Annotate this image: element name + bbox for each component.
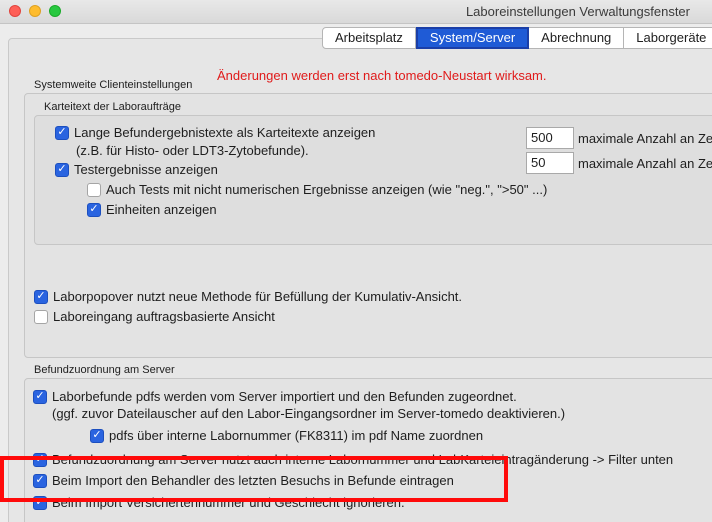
tab-abrechnung[interactable]: Abrechnung — [529, 27, 625, 49]
tab-bar: Arbeitsplatz System/Server Abrechnung La… — [322, 27, 712, 49]
max-anzahl-label-2: maximale Anzahl an Ze — [578, 156, 712, 171]
max-anzahl-field-1[interactable]: 500 — [526, 127, 574, 149]
checkbox-laborpopover[interactable]: ✓ — [34, 289, 48, 304]
lange-befund-row[interactable]: ✓ Lange Befundergebnistexte als Karteite… — [55, 125, 375, 140]
max-anzahl-field-2[interactable]: 50 — [526, 152, 574, 174]
checkbox-lange-befund[interactable]: ✓ — [55, 125, 69, 140]
checkbox-pdfs-import[interactable]: ✓ — [33, 389, 47, 404]
pdfs-import-row[interactable]: ✓ Laborbefunde pdfs werden vom Server im… — [33, 389, 517, 404]
restart-warning: Änderungen werden erst nach tomedo-Neust… — [217, 68, 547, 83]
title-bar: Laboreinstellungen Verwaltungsfenster — [0, 0, 712, 24]
highlight-annotation — [0, 456, 508, 502]
group-label-systemweite: Systemweite Clienteinstellungen — [34, 79, 193, 91]
pdfs-labornummer-label: pdfs über interne Labornummer (FK8311) i… — [109, 428, 484, 443]
group-label-karteitext: Karteitext der Laboraufträge — [44, 101, 181, 113]
pdfs-labornummer-row[interactable]: ✓ pdfs über interne Labornummer (FK8311)… — [90, 428, 483, 443]
checkbox-laboreingang[interactable] — [34, 309, 48, 324]
auch-tests-label: Auch Tests mit nicht numerischen Ergebni… — [106, 182, 548, 197]
testergebnisse-label: Testergebnisse anzeigen — [74, 162, 218, 177]
testergebnisse-row[interactable]: ✓ Testergebnisse anzeigen — [55, 162, 218, 177]
lange-befund-label: Lange Befundergebnistexte als Karteitext… — [74, 125, 376, 140]
window-title: Laboreinstellungen Verwaltungsfenster — [465, 4, 690, 19]
auch-tests-row[interactable]: Auch Tests mit nicht numerischen Ergebni… — [87, 182, 547, 197]
checkbox-auch-tests[interactable] — [87, 182, 101, 197]
tab-laborgeraete[interactable]: Laborgeräte — [624, 27, 712, 49]
checkbox-pdfs-labornummer[interactable]: ✓ — [90, 428, 104, 443]
einheiten-label: Einheiten anzeigen — [106, 202, 217, 217]
laboreingang-row[interactable]: Laboreingang auftragsbasierte Ansicht — [34, 309, 275, 324]
lange-befund-hint: (z.B. für Histo- oder LDT3-Zytobefunde). — [76, 143, 309, 158]
tab-arbeitsplatz[interactable]: Arbeitsplatz — [322, 27, 416, 49]
einheiten-row[interactable]: ✓ Einheiten anzeigen — [87, 202, 217, 217]
tab-system-server[interactable]: System/Server — [415, 27, 530, 49]
laboreingang-label: Laboreingang auftragsbasierte Ansicht — [53, 309, 275, 324]
group-label-befundzuordnung: Befundzuordnung am Server — [34, 364, 175, 376]
laborpopover-label: Laborpopover nutzt neue Methode für Befü… — [53, 289, 463, 304]
laborpopover-row[interactable]: ✓ Laborpopover nutzt neue Methode für Be… — [34, 289, 462, 304]
checkbox-testergebnisse[interactable]: ✓ — [55, 162, 69, 177]
pdfs-import-hint: (ggf. zuvor Dateilauscher auf den Labor-… — [52, 406, 566, 421]
pdfs-import-label: Laborbefunde pdfs werden vom Server impo… — [52, 389, 517, 404]
max-anzahl-label-1: maximale Anzahl an Ze — [578, 131, 712, 146]
checkbox-einheiten[interactable]: ✓ — [87, 202, 101, 217]
